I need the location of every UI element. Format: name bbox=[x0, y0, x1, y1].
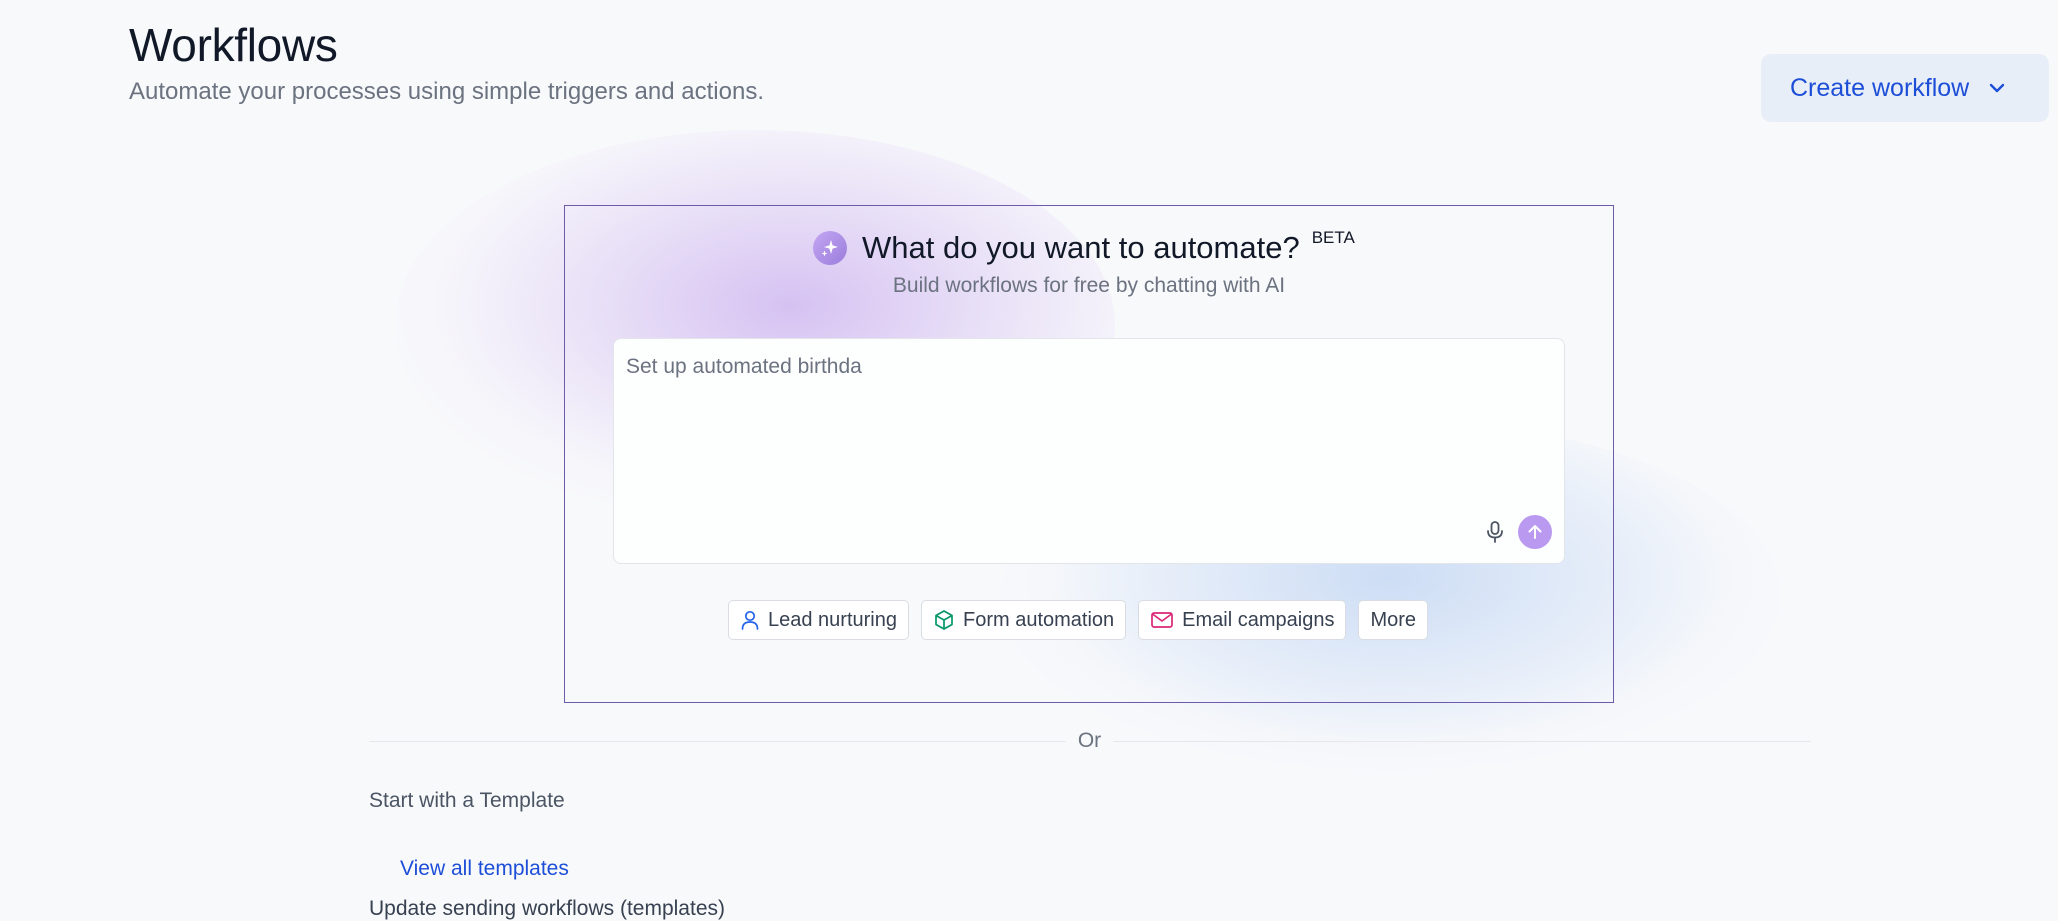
divider-line bbox=[1113, 741, 1811, 742]
beta-badge: BETA bbox=[1311, 228, 1355, 247]
chip-label: Form automation bbox=[962, 608, 1115, 631]
chip-label: Email campaigns bbox=[1182, 608, 1335, 631]
cube-icon bbox=[933, 609, 955, 631]
chip-label: Lead nurturing bbox=[768, 608, 897, 631]
ai-builder-title: What do you want to automate? bbox=[862, 230, 1300, 265]
ai-builder-heading: What do you want to automate? BETA bbox=[813, 228, 1355, 266]
template-section-partial: Update sending workflows (templates) bbox=[369, 897, 725, 920]
divider-line bbox=[369, 741, 1066, 742]
microphone-icon[interactable] bbox=[1484, 519, 1506, 545]
send-button[interactable] bbox=[1518, 515, 1552, 549]
divider-label: Or bbox=[1077, 729, 1102, 752]
create-workflow-label: Create workflow bbox=[1790, 73, 1970, 102]
chip-more[interactable]: More bbox=[1358, 600, 1429, 640]
chip-lead-nurturing[interactable]: Lead nurturing bbox=[728, 600, 909, 640]
mail-icon bbox=[1150, 610, 1174, 630]
user-icon bbox=[740, 609, 760, 631]
ai-builder-subtitle: Build workflows for free by chatting wit… bbox=[892, 274, 1286, 297]
arrow-up-icon bbox=[1528, 525, 1542, 539]
suggestion-chips: Lead nurturing Form automation Email cam… bbox=[728, 600, 1429, 640]
page-title: Workflows bbox=[129, 19, 338, 71]
automation-prompt-input[interactable]: Set up automated birthda bbox=[613, 338, 1565, 564]
create-workflow-button[interactable]: Create workflow bbox=[1761, 54, 2049, 122]
chip-label: More bbox=[1370, 608, 1417, 631]
page-subtitle: Automate your processes using simple tri… bbox=[129, 78, 764, 105]
chevron-down-icon bbox=[1987, 78, 2007, 98]
chip-form-automation[interactable]: Form automation bbox=[920, 600, 1127, 640]
view-all-templates-link[interactable]: View all templates bbox=[400, 857, 569, 881]
template-section-heading: Start with a Template bbox=[369, 789, 565, 812]
chip-email-campaigns[interactable]: Email campaigns bbox=[1138, 600, 1347, 640]
sparkle-icon bbox=[813, 231, 847, 265]
prompt-value: Set up automated birthda bbox=[626, 355, 862, 378]
